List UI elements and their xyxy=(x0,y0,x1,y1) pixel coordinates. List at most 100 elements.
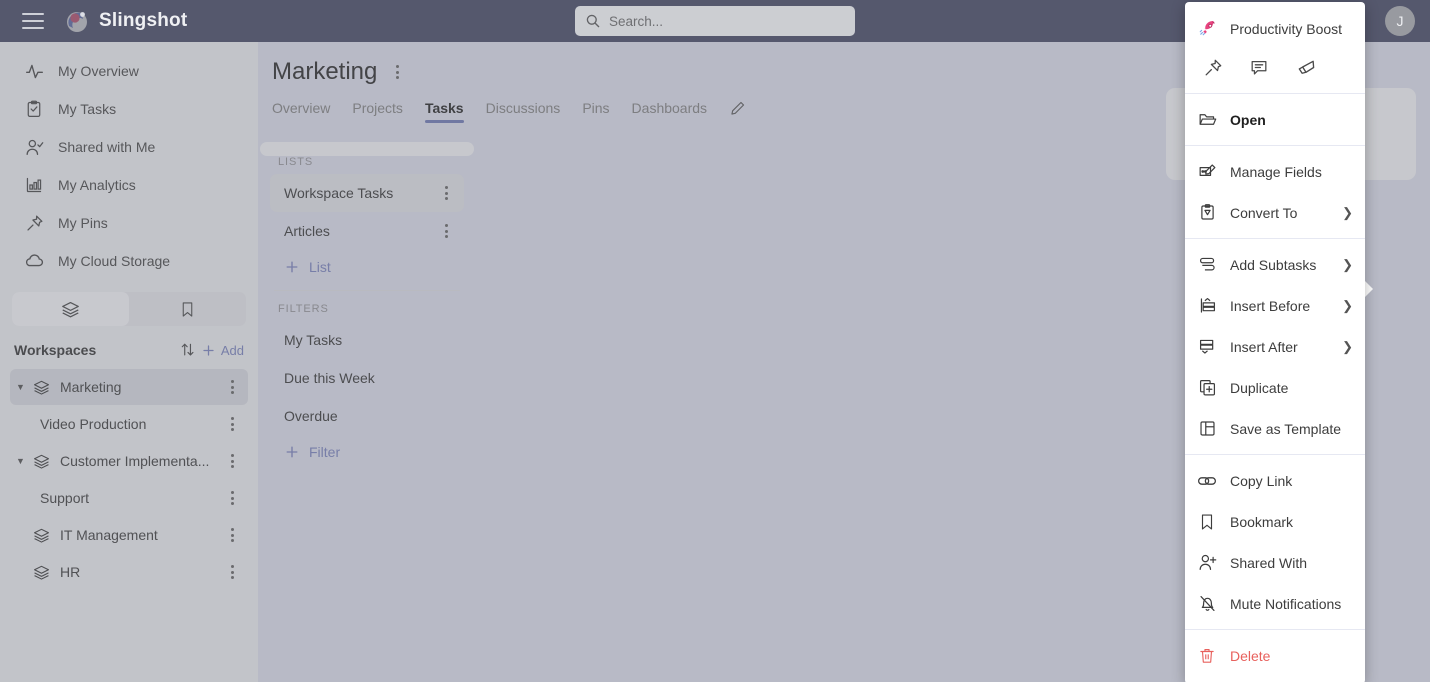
tab-tasks[interactable]: Tasks xyxy=(424,100,464,123)
sidebar-item-my-tasks[interactable]: My Tasks xyxy=(0,90,258,128)
workspaces-header: Workspaces Add xyxy=(0,332,258,368)
menu-item-open[interactable]: Open xyxy=(1185,99,1365,140)
menu-item-add-subtasks[interactable]: Add Subtasks ❯ xyxy=(1185,244,1365,285)
menu-item-save-as-template[interactable]: Save as Template xyxy=(1185,408,1365,449)
filter-item-due-this-week[interactable]: Due this Week xyxy=(270,359,464,397)
page-options-button[interactable] xyxy=(389,65,405,79)
trash-icon xyxy=(1197,647,1217,665)
workspace-options-button[interactable] xyxy=(224,380,240,394)
menu-item-duplicate[interactable]: Duplicate xyxy=(1185,367,1365,408)
sidebar-item-my-pins[interactable]: My Pins xyxy=(0,204,258,242)
list-label: Articles xyxy=(284,223,330,239)
workspace-item-support[interactable]: Support xyxy=(10,480,248,516)
menu-divider xyxy=(1185,145,1365,146)
workspace-options-button[interactable] xyxy=(224,565,240,579)
activity-icon xyxy=(24,61,44,81)
insert-after-icon xyxy=(1197,337,1217,356)
left-sidebar: My Overview My Tasks Shared with Me My A… xyxy=(0,42,258,682)
tab-overview[interactable]: Overview xyxy=(272,100,330,123)
menu-item-convert-to[interactable]: Convert To ❯ xyxy=(1185,192,1365,233)
chevron-right-icon: ❯ xyxy=(1342,297,1353,313)
list-label: Workspace Tasks xyxy=(284,185,394,201)
link-icon xyxy=(1197,471,1217,491)
menu-item-label: Open xyxy=(1230,111,1266,128)
add-list-label: List xyxy=(309,259,331,275)
user-plus-icon xyxy=(1197,553,1217,572)
workspace-item-it-management[interactable]: IT Management xyxy=(10,517,248,553)
sidebar-item-label: Shared with Me xyxy=(58,139,156,155)
segment-bookmarks[interactable] xyxy=(129,292,246,326)
brand-name: Slingshot xyxy=(99,10,188,31)
add-list-button[interactable]: List xyxy=(260,250,474,284)
workspace-options-button[interactable] xyxy=(224,454,240,468)
add-workspace-label: Add xyxy=(220,342,244,358)
filters-section-label: FILTERS xyxy=(278,303,329,315)
list-options-button[interactable] xyxy=(438,186,454,200)
filter-item-overdue[interactable]: Overdue xyxy=(270,397,464,435)
cloud-icon xyxy=(24,251,44,271)
chevron-down-icon[interactable]: ▼ xyxy=(16,382,30,392)
segment-workspaces[interactable] xyxy=(12,292,129,326)
tab-pins[interactable]: Pins xyxy=(582,100,609,123)
sidebar-item-my-analytics[interactable]: My Analytics xyxy=(0,166,258,204)
folder-open-icon xyxy=(1197,110,1217,129)
menu-item-label: Insert Before xyxy=(1230,297,1311,314)
menu-quick-actions xyxy=(1185,49,1365,88)
menu-item-label: Insert After xyxy=(1230,338,1298,355)
menu-item-mute-notifications[interactable]: Mute Notifications xyxy=(1185,583,1365,624)
tab-projects[interactable]: Projects xyxy=(352,100,403,123)
search-box[interactable] xyxy=(575,6,855,36)
menu-item-insert-before[interactable]: Insert Before ❯ xyxy=(1185,285,1365,326)
menu-item-label: Save as Template xyxy=(1230,420,1342,437)
comment-icon[interactable] xyxy=(1249,58,1269,78)
user-avatar[interactable]: J xyxy=(1385,6,1415,36)
template-icon xyxy=(1197,419,1217,438)
hamburger-icon[interactable] xyxy=(22,13,44,29)
menu-item-bookmark[interactable]: Bookmark xyxy=(1185,501,1365,542)
filter-label: My Tasks xyxy=(284,332,343,348)
page-title: Marketing xyxy=(272,58,378,85)
clipboard-check-icon xyxy=(24,99,44,119)
search-input[interactable] xyxy=(609,13,829,29)
workspace-item-video-production[interactable]: Video Production xyxy=(10,406,248,442)
menu-item-label: Bookmark xyxy=(1230,513,1294,530)
menu-item-delete[interactable]: Delete xyxy=(1185,635,1365,676)
manage-fields-icon xyxy=(1197,162,1217,181)
list-options-button[interactable] xyxy=(438,224,454,238)
chevron-right-icon: ❯ xyxy=(1342,256,1353,272)
layers-icon xyxy=(30,564,52,581)
menu-divider xyxy=(1185,238,1365,239)
tab-dashboards[interactable]: Dashboards xyxy=(632,100,708,123)
workspace-label: Support xyxy=(40,490,90,506)
workspace-options-button[interactable] xyxy=(224,491,240,505)
menu-item-manage-fields[interactable]: Manage Fields xyxy=(1185,151,1365,192)
sidebar-item-my-cloud-storage[interactable]: My Cloud Storage xyxy=(0,242,258,280)
workspace-item-marketing[interactable]: ▼ Marketing xyxy=(10,369,248,405)
workspace-item-hr[interactable]: HR xyxy=(10,554,248,590)
pin-icon[interactable] xyxy=(1203,58,1223,78)
workspace-label: Customer Implementa... xyxy=(60,453,210,469)
add-workspace-button[interactable]: Add xyxy=(201,343,244,358)
layers-icon xyxy=(30,379,52,396)
add-filter-button[interactable]: Filter xyxy=(260,435,474,469)
sidebar-item-my-overview[interactable]: My Overview xyxy=(0,52,258,90)
menu-item-insert-after[interactable]: Insert After ❯ xyxy=(1185,326,1365,367)
workspace-options-button[interactable] xyxy=(224,417,240,431)
sidebar-item-label: My Analytics xyxy=(58,177,136,193)
layers-icon xyxy=(61,300,80,319)
menu-item-productivity-boost[interactable]: Productivity Boost xyxy=(1185,8,1365,49)
megaphone-icon[interactable] xyxy=(1295,57,1316,78)
list-item-workspace-tasks[interactable]: Workspace Tasks xyxy=(270,174,464,212)
chevron-down-icon[interactable]: ▼ xyxy=(16,456,30,466)
menu-item-shared-with[interactable]: Shared With xyxy=(1185,542,1365,583)
workspace-options-button[interactable] xyxy=(224,528,240,542)
workspace-item-customer-implementation[interactable]: ▼ Customer Implementa... xyxy=(10,443,248,479)
pencil-icon[interactable] xyxy=(729,100,746,123)
list-item-articles[interactable]: Articles xyxy=(270,212,464,250)
tab-discussions[interactable]: Discussions xyxy=(486,100,561,123)
sidebar-item-shared-with-me[interactable]: Shared with Me xyxy=(0,128,258,166)
menu-item-label: Shared With xyxy=(1230,554,1308,571)
sort-arrows-icon[interactable] xyxy=(179,341,201,359)
menu-item-copy-link[interactable]: Copy Link xyxy=(1185,460,1365,501)
filter-item-my-tasks[interactable]: My Tasks xyxy=(270,321,464,359)
